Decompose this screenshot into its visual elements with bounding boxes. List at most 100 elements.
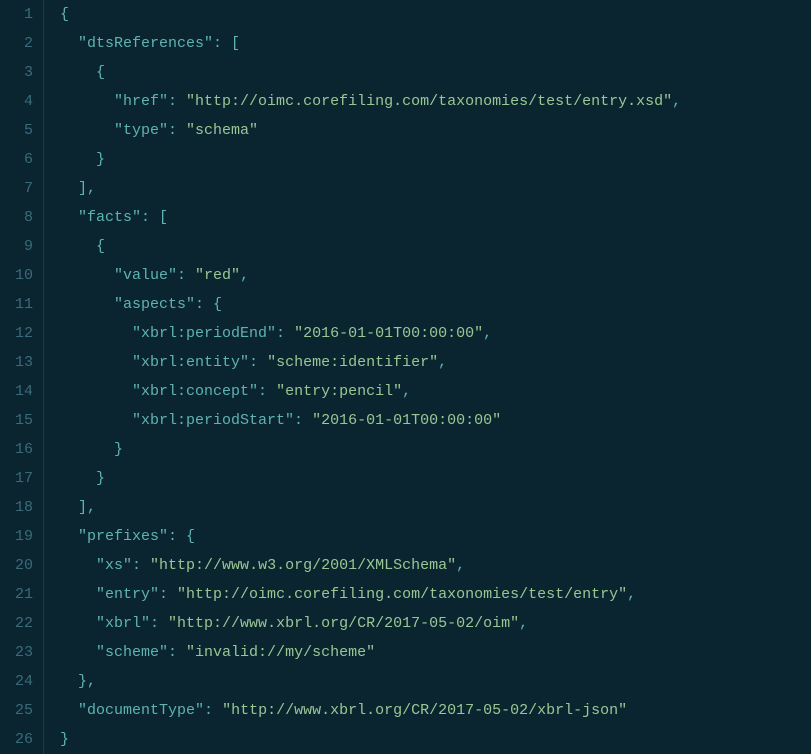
json-punct: : [ xyxy=(141,209,168,226)
json-punct: : { xyxy=(195,296,222,313)
code-line[interactable]: "documentType": "http://www.xbrl.org/CR/… xyxy=(60,696,811,725)
line-number: 17 xyxy=(0,464,33,493)
indent xyxy=(60,638,96,667)
json-punct: , xyxy=(519,615,528,632)
json-key: "xbrl" xyxy=(96,615,150,632)
indent xyxy=(60,406,132,435)
indent xyxy=(60,261,114,290)
line-number: 5 xyxy=(0,116,33,145)
line-number: 7 xyxy=(0,174,33,203)
json-key: "scheme" xyxy=(96,644,168,661)
code-line[interactable]: "aspects": { xyxy=(60,290,811,319)
json-string: "2016-01-01T00:00:00" xyxy=(312,412,501,429)
json-string: "invalid://my/scheme" xyxy=(186,644,375,661)
code-line[interactable]: "xbrl:periodEnd": "2016-01-01T00:00:00", xyxy=(60,319,811,348)
json-punct: , xyxy=(627,586,636,603)
line-number: 22 xyxy=(0,609,33,638)
line-number: 19 xyxy=(0,522,33,551)
indent xyxy=(60,145,96,174)
indent xyxy=(60,174,78,203)
json-punct: , xyxy=(240,267,249,284)
json-punct: : xyxy=(249,354,267,371)
line-number: 2 xyxy=(0,29,33,58)
code-line[interactable]: ], xyxy=(60,174,811,203)
indent xyxy=(60,522,78,551)
code-area[interactable]: { "dtsReferences": [ { "href": "http://o… xyxy=(44,0,811,754)
code-line[interactable]: "xbrl": "http://www.xbrl.org/CR/2017-05-… xyxy=(60,609,811,638)
line-number: 6 xyxy=(0,145,33,174)
indent xyxy=(60,87,114,116)
json-key: "xbrl:entity" xyxy=(132,354,249,371)
line-number: 21 xyxy=(0,580,33,609)
line-number: 1 xyxy=(0,0,33,29)
json-punct: ], xyxy=(78,180,96,197)
json-key: "entry" xyxy=(96,586,159,603)
json-key: "href" xyxy=(114,93,168,110)
json-punct: : xyxy=(159,586,177,603)
code-line[interactable]: "scheme": "invalid://my/scheme" xyxy=(60,638,811,667)
json-string: "http://oimc.corefiling.com/taxonomies/t… xyxy=(186,93,672,110)
indent xyxy=(60,580,96,609)
line-number: 14 xyxy=(0,377,33,406)
code-line[interactable]: "value": "red", xyxy=(60,261,811,290)
line-number: 13 xyxy=(0,348,33,377)
indent xyxy=(60,464,96,493)
line-number: 26 xyxy=(0,725,33,754)
json-punct: : xyxy=(177,267,195,284)
json-string: "http://www.xbrl.org/CR/2017-05-02/oim" xyxy=(168,615,519,632)
json-key: "xbrl:periodStart" xyxy=(132,412,294,429)
json-punct: : xyxy=(258,383,276,400)
code-line[interactable]: "xbrl:concept": "entry:pencil", xyxy=(60,377,811,406)
indent xyxy=(60,551,96,580)
line-number-gutter: 1234567891011121314151617181920212223242… xyxy=(0,0,44,754)
json-punct: , xyxy=(672,93,681,110)
json-key: "prefixes" xyxy=(78,528,168,545)
code-line[interactable]: } xyxy=(60,435,811,464)
json-key: "documentType" xyxy=(78,702,204,719)
code-line[interactable]: "xs": "http://www.w3.org/2001/XMLSchema"… xyxy=(60,551,811,580)
code-line[interactable]: "facts": [ xyxy=(60,203,811,232)
code-line[interactable]: { xyxy=(60,232,811,261)
code-line[interactable]: } xyxy=(60,145,811,174)
line-number: 10 xyxy=(0,261,33,290)
indent xyxy=(60,435,114,464)
code-line[interactable]: }, xyxy=(60,667,811,696)
code-editor[interactable]: 1234567891011121314151617181920212223242… xyxy=(0,0,811,754)
json-punct: : xyxy=(204,702,222,719)
indent xyxy=(60,377,132,406)
json-key: "xbrl:concept" xyxy=(132,383,258,400)
line-number: 15 xyxy=(0,406,33,435)
code-line[interactable]: "entry": "http://oimc.corefiling.com/tax… xyxy=(60,580,811,609)
code-line[interactable]: "href": "http://oimc.corefiling.com/taxo… xyxy=(60,87,811,116)
json-punct: } xyxy=(96,470,105,487)
line-number: 4 xyxy=(0,87,33,116)
json-string: "http://oimc.corefiling.com/taxonomies/t… xyxy=(177,586,627,603)
json-key: "type" xyxy=(114,122,168,139)
code-line[interactable]: "type": "schema" xyxy=(60,116,811,145)
code-line[interactable]: "prefixes": { xyxy=(60,522,811,551)
json-punct: { xyxy=(60,6,69,23)
code-line[interactable]: { xyxy=(60,58,811,87)
indent xyxy=(60,609,96,638)
json-key: "xbrl:periodEnd" xyxy=(132,325,276,342)
indent xyxy=(60,667,78,696)
json-key: "value" xyxy=(114,267,177,284)
code-line[interactable]: } xyxy=(60,464,811,493)
code-line[interactable]: } xyxy=(60,725,811,754)
json-punct: : xyxy=(132,557,150,574)
code-line[interactable]: "xbrl:periodStart": "2016-01-01T00:00:00… xyxy=(60,406,811,435)
line-number: 3 xyxy=(0,58,33,87)
json-punct: }, xyxy=(78,673,96,690)
json-key: "xs" xyxy=(96,557,132,574)
code-line[interactable]: { xyxy=(60,0,811,29)
json-key: "dtsReferences" xyxy=(78,35,213,52)
indent xyxy=(60,348,132,377)
code-line[interactable]: "dtsReferences": [ xyxy=(60,29,811,58)
json-string: "2016-01-01T00:00:00" xyxy=(294,325,483,342)
line-number: 8 xyxy=(0,203,33,232)
code-line[interactable]: ], xyxy=(60,493,811,522)
json-punct: { xyxy=(96,238,105,255)
code-line[interactable]: "xbrl:entity": "scheme:identifier", xyxy=(60,348,811,377)
line-number: 24 xyxy=(0,667,33,696)
line-number: 9 xyxy=(0,232,33,261)
